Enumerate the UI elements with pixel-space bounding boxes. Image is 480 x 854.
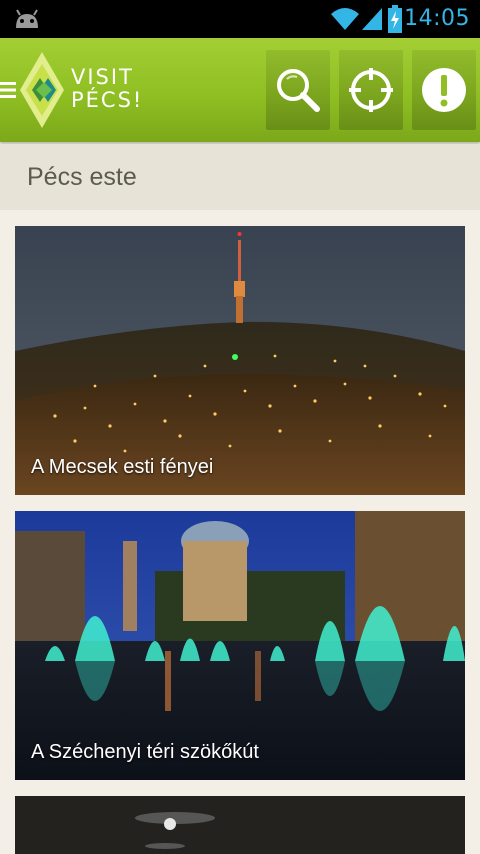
clock: 14:05	[404, 6, 470, 31]
signal-icon	[362, 8, 382, 30]
info-icon	[422, 68, 466, 112]
logo-line-2: PÉCS!	[71, 88, 144, 112]
card-title: A Széchenyi téri szökőkút	[31, 741, 259, 763]
drawer-indicator-icon[interactable]	[0, 80, 18, 100]
mecsek-night-photo	[15, 226, 465, 495]
search-icon	[277, 69, 320, 112]
info-button[interactable]	[412, 50, 476, 130]
card-night-sky[interactable]	[15, 796, 465, 854]
card-title: A Mecsek esti fényei	[31, 456, 214, 478]
android-debug-icon	[16, 9, 38, 28]
action-bar: VISIT PÉCS!	[0, 38, 480, 142]
szechenyi-fountain-photo	[15, 511, 465, 780]
card-mecsek-lights[interactable]: A Mecsek esti fényei	[15, 226, 465, 495]
locate-button[interactable]	[339, 50, 403, 130]
status-bar: 14:05	[0, 0, 480, 38]
night-sky-photo	[15, 796, 465, 854]
logo-line-1: VISIT	[71, 65, 134, 89]
search-button[interactable]	[266, 50, 330, 130]
logo-text: VISIT PÉCS!	[71, 66, 143, 112]
visit-pecs-logo[interactable]	[18, 52, 68, 128]
battery-charging-icon	[388, 5, 402, 33]
wifi-icon	[331, 8, 359, 30]
locate-icon	[349, 68, 393, 112]
card-szechenyi-fountain[interactable]: A Széchenyi téri szökőkút	[15, 511, 465, 780]
section-title: Pécs este	[27, 163, 137, 191]
section-header: Pécs este	[0, 144, 480, 210]
